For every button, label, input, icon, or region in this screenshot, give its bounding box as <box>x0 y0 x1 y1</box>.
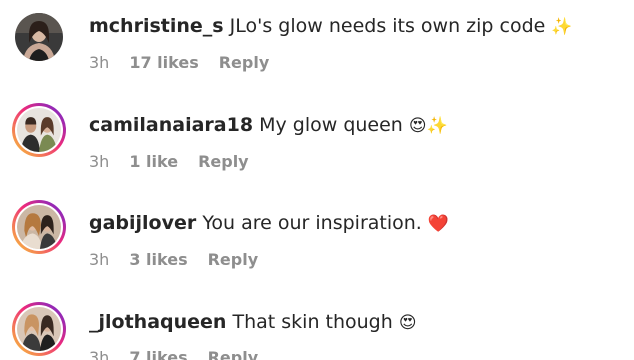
comment-likes[interactable]: 7 likes <box>129 348 187 360</box>
comment-line: _jlothaqueen That skin though 😍 <box>89 310 417 335</box>
comment-meta: 3h 1 like Reply <box>89 152 249 172</box>
comment-username[interactable]: _jlothaqueen <box>89 311 226 333</box>
profile-photo-icon <box>17 205 61 249</box>
comment-meta: 3h 3 likes Reply <box>89 250 258 270</box>
comment-time: 3h <box>89 53 110 72</box>
reply-button[interactable]: Reply <box>219 53 270 72</box>
comment-text: JLo's glow needs its own zip code <box>229 15 546 37</box>
comment-text: That skin though <box>232 311 393 333</box>
avatar[interactable] <box>12 10 66 64</box>
reply-button[interactable]: Reply <box>208 348 259 360</box>
heart-eyes-sparkles-icon: 😍✨ <box>408 116 448 136</box>
profile-photo-icon <box>17 307 61 351</box>
avatar[interactable] <box>12 302 66 356</box>
reply-button[interactable]: Reply <box>198 152 249 171</box>
comment-username[interactable]: gabijlover <box>89 212 196 234</box>
comment-time: 3h <box>89 152 110 171</box>
comment-line: camilanaiara18 My glow queen 😍✨ <box>89 113 448 138</box>
red-heart-icon: ❤️ <box>427 214 450 234</box>
comment-time: 3h <box>89 348 110 360</box>
comment-meta: 3h 17 likes Reply <box>89 53 269 73</box>
profile-photo-icon <box>15 13 63 61</box>
comment-text: You are our inspiration. <box>202 212 422 234</box>
sparkles-icon: ✨ <box>551 17 573 37</box>
comment-likes[interactable]: 1 like <box>129 152 178 171</box>
reply-button[interactable]: Reply <box>208 250 259 269</box>
avatar[interactable] <box>12 103 66 157</box>
comment-meta: 3h 7 likes Reply <box>89 348 258 360</box>
profile-photo-icon <box>17 108 61 152</box>
heart-eyes-icon: 😍 <box>398 313 417 333</box>
comments-list: mchristine_s JLo's glow needs its own zi… <box>0 0 634 360</box>
comment-likes[interactable]: 17 likes <box>129 53 198 72</box>
comment-line: gabijlover You are our inspiration. ❤️ <box>89 211 449 236</box>
comment-likes[interactable]: 3 likes <box>129 250 187 269</box>
avatar[interactable] <box>12 200 66 254</box>
comment-time: 3h <box>89 250 110 269</box>
comment-line: mchristine_s JLo's glow needs its own zi… <box>89 14 573 39</box>
comment-username[interactable]: mchristine_s <box>89 15 224 37</box>
comment-text: My glow queen <box>259 114 403 136</box>
comment-username[interactable]: camilanaiara18 <box>89 114 253 136</box>
